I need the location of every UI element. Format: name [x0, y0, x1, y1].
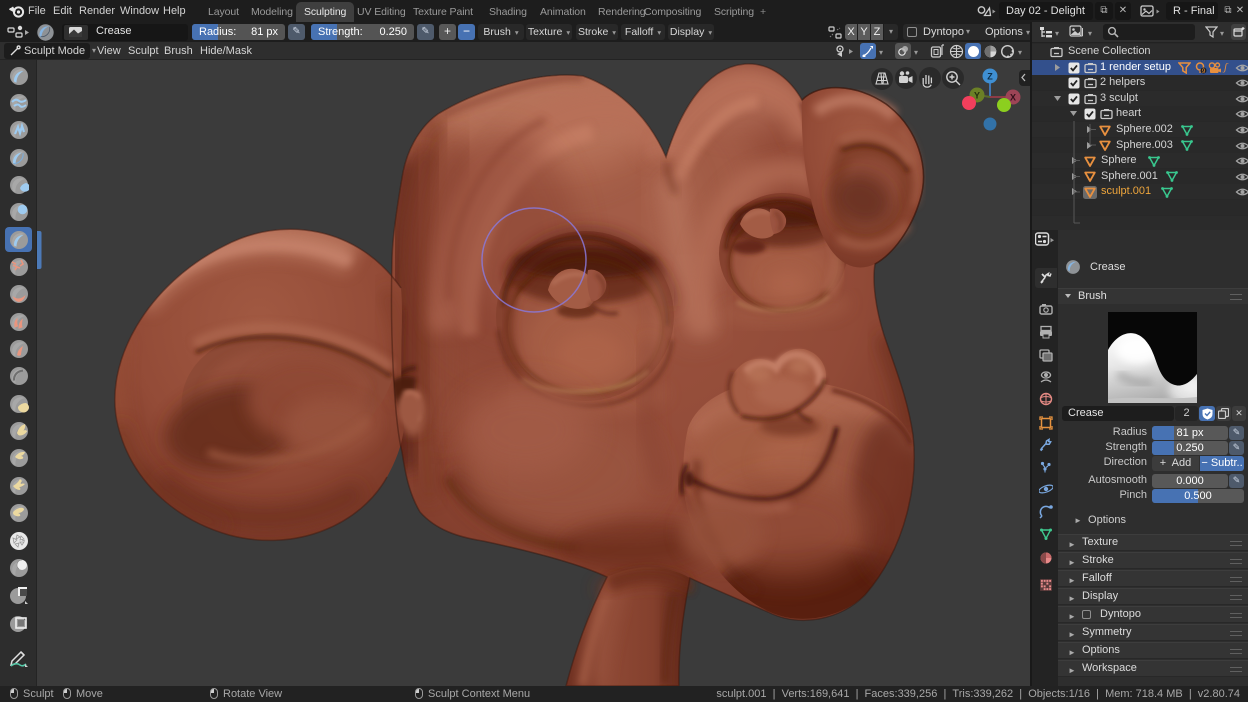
svg-text:Z: Z	[987, 72, 993, 82]
svg-text:Y: Y	[974, 91, 980, 101]
svg-text:X: X	[1010, 93, 1016, 103]
